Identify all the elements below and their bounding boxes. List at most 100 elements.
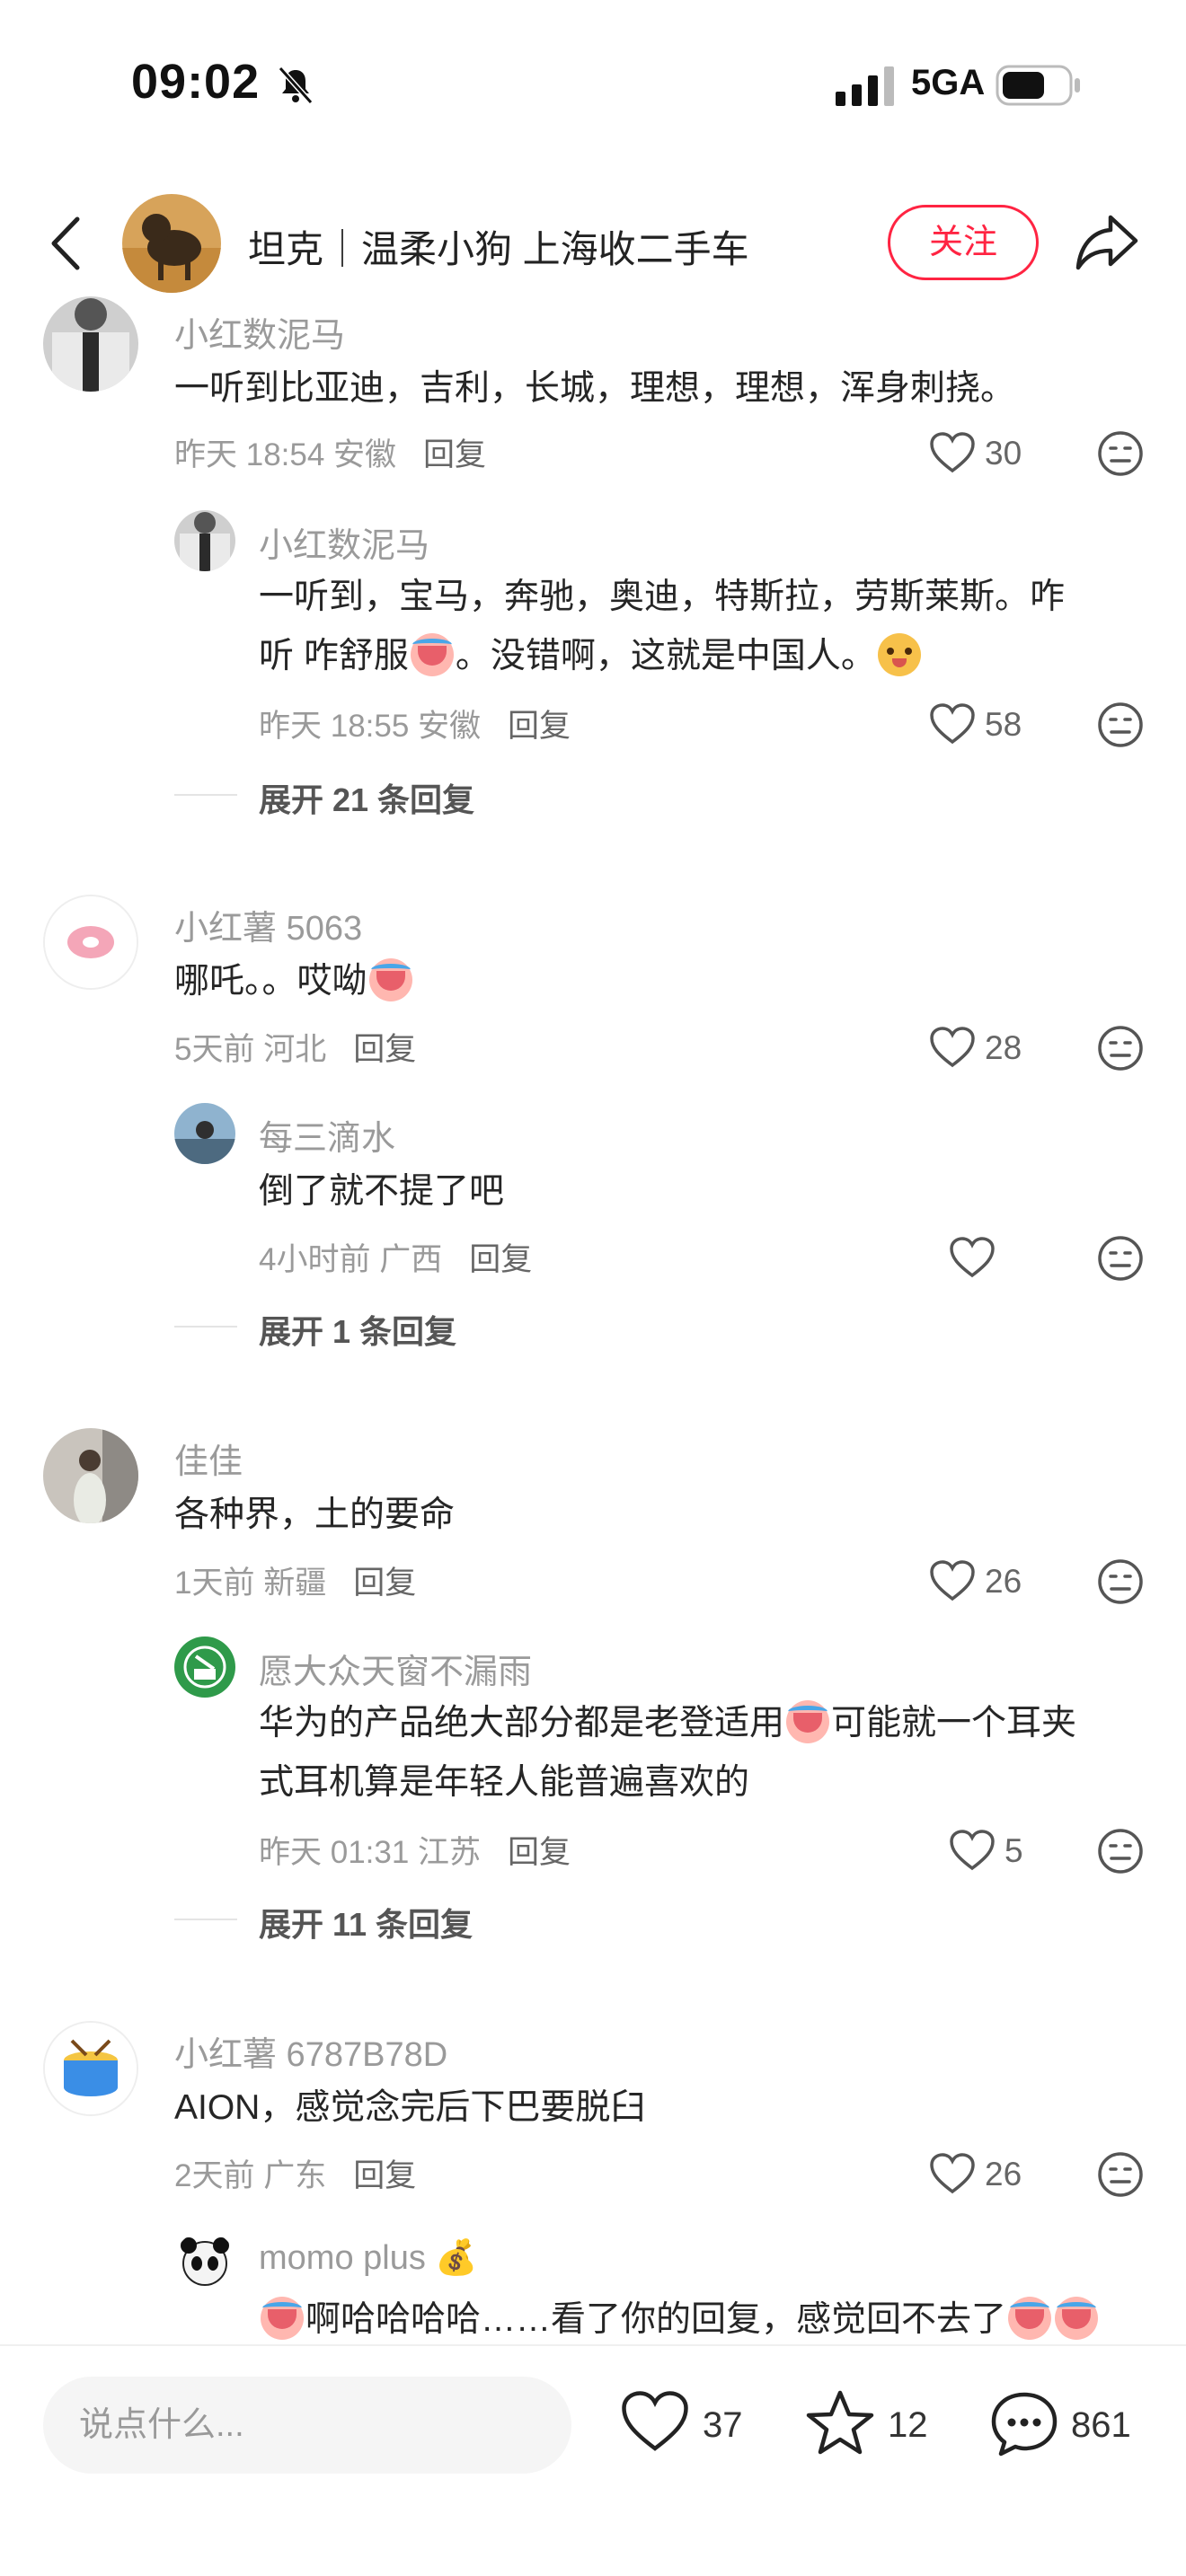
note-like-count: 37 [703, 2405, 743, 2445]
comment-count-button[interactable]: 861 [988, 2389, 1159, 2461]
comment-text-part: 哪吒。。哎呦 [174, 962, 367, 1001]
reply-text[interactable]: 一听到，宝马，奔驰，奥迪，特斯拉，劳斯莱斯。咋 听 咋舒服 。没错啊，这就是中国人… [259, 568, 1139, 686]
dislike-face-icon[interactable] [1096, 429, 1145, 478]
reply-button[interactable]: 回复 [353, 1566, 416, 1601]
like-count: 26 [985, 1563, 1022, 1600]
comment-meta: 2天前 广东 回复 [174, 2150, 416, 2196]
like-button[interactable]: 5 [949, 1823, 1048, 1877]
commenter-avatar[interactable] [43, 895, 138, 990]
comment-text[interactable]: 哪吒。。哎呦 [174, 952, 414, 1011]
reply-button[interactable]: 回复 [508, 1835, 571, 1870]
expand-replies-button[interactable]: 展开 21 条回复 [259, 774, 474, 821]
follow-button[interactable]: 关注 [888, 205, 1039, 280]
dislike-face-icon[interactable] [1096, 1557, 1145, 1606]
replier-name[interactable]: momo plus 💰 [259, 2238, 478, 2278]
replier-avatar[interactable] [174, 510, 235, 571]
heart-icon [930, 432, 975, 473]
crying-emoji-icon [261, 2297, 304, 2340]
reply-button[interactable]: 回复 [423, 437, 486, 472]
comment-icon [991, 2392, 1058, 2457]
like-button[interactable]: 26 [929, 2147, 1046, 2201]
like-button[interactable] [949, 1231, 1003, 1284]
commenter-avatar[interactable] [43, 2021, 138, 2116]
comment-time: 1天前 新疆 [174, 1566, 327, 1601]
replier-name[interactable]: 小红数泥马 [259, 517, 429, 567]
reply-time: 4小时前 广西 [259, 1242, 443, 1277]
reply-button[interactable]: 回复 [353, 1032, 416, 1067]
like-button[interactable]: 30 [929, 426, 1046, 480]
reply-text-part: 可能就一个耳夹 [831, 1704, 1077, 1742]
back-icon[interactable] [45, 212, 90, 275]
comment-count: 861 [1071, 2405, 1131, 2445]
commenter-name[interactable]: 小红数泥马 [174, 307, 345, 357]
heart-icon [930, 703, 975, 745]
replier-name[interactable]: 每三滴水 [259, 1110, 395, 1160]
like-note-button[interactable]: 37 [620, 2389, 755, 2461]
reply-time: 昨天 01:31 江苏 [259, 1835, 482, 1870]
reply-text-part: 。没错啊，这就是中国人。 [455, 637, 876, 675]
dislike-face-icon[interactable] [1096, 1827, 1145, 1875]
reply-button[interactable]: 回复 [353, 2158, 416, 2193]
comment-text[interactable]: AION，感觉念完后下巴要脱臼 [174, 2078, 645, 2138]
expand-replies-button[interactable]: 展开 11 条回复 [259, 1899, 473, 1945]
crying-emoji-icon [1055, 2297, 1099, 2340]
share-icon[interactable] [1075, 210, 1141, 273]
like-count: 5 [1005, 1832, 1023, 1869]
dislike-face-icon[interactable] [1096, 1024, 1145, 1072]
reply-text[interactable]: 啊哈哈哈哈……看了你的回复，感觉回不去了 [259, 2290, 1157, 2350]
comment-time: 5天前 河北 [174, 1032, 327, 1067]
collect-button[interactable]: 12 [805, 2389, 940, 2461]
like-button[interactable]: 28 [929, 1020, 1046, 1074]
status-time: 09:02 [131, 55, 261, 109]
heart-icon [930, 2153, 975, 2194]
dislike-face-icon[interactable] [1096, 701, 1145, 749]
reply-button[interactable]: 回复 [469, 1242, 532, 1277]
expand-divider [174, 1326, 237, 1328]
comment-meta: 1天前 新疆 回复 [174, 1557, 416, 1603]
replier-name-text: momo plus [259, 2239, 426, 2277]
reply-text-part: 啊哈哈哈哈……看了你的回复，感觉回不去了 [305, 2300, 1007, 2339]
replier-name[interactable]: 愿大众天窗不漏雨 [259, 1644, 532, 1693]
replier-avatar[interactable] [174, 2231, 235, 2292]
commenter-avatar[interactable] [43, 296, 138, 392]
heart-icon [950, 1237, 995, 1278]
reply-text[interactable]: 倒了就不提了吧 [259, 1162, 504, 1222]
like-count: 28 [985, 1029, 1022, 1066]
author-avatar[interactable] [122, 194, 221, 293]
author-name[interactable]: 坦克｜温柔小狗 上海收二手车 [248, 219, 749, 274]
dislike-face-icon[interactable] [1096, 2150, 1145, 2199]
reply-text-part: 听 咋舒服 [259, 637, 409, 675]
money-bag-icon: 💰 [435, 2239, 478, 2277]
reply-meta: 4小时前 广西 回复 [259, 1234, 532, 1280]
dislike-face-icon[interactable] [1096, 1234, 1145, 1283]
replier-avatar[interactable] [174, 1636, 235, 1698]
comment-input[interactable]: 说点什么... [43, 2377, 571, 2474]
comment-meta: 昨天 18:54 安徽 回复 [174, 429, 486, 475]
expand-replies-button[interactable]: 展开 1 条回复 [259, 1306, 456, 1353]
commenter-name[interactable]: 小红薯 6787B78D [174, 2026, 447, 2076]
replier-avatar[interactable] [174, 1103, 235, 1164]
like-count: 30 [985, 435, 1022, 472]
reply-text-line: 一听到，宝马，奔驰，奥迪，特斯拉，劳斯莱斯。咋 [259, 578, 1066, 616]
commenter-name[interactable]: 佳佳 [174, 1434, 243, 1483]
like-button[interactable]: 58 [929, 697, 1046, 751]
heart-icon [622, 2391, 688, 2451]
bell-slash-icon [278, 66, 314, 105]
commenter-name[interactable]: 小红薯 5063 [174, 900, 362, 949]
reply-text-line: 式耳机算是年轻人能普遍喜欢的 [259, 1763, 750, 1802]
like-button[interactable]: 26 [929, 1554, 1046, 1608]
crying-emoji-icon [1008, 2297, 1052, 2340]
commenter-avatar[interactable] [43, 1428, 138, 1523]
reply-meta: 昨天 18:55 安徽 回复 [259, 701, 571, 746]
expand-divider [174, 794, 237, 796]
status-bar: 09:02 5GA [0, 0, 1186, 171]
like-count: 26 [985, 2156, 1022, 2192]
reply-button[interactable]: 回复 [508, 709, 571, 744]
battery-icon [996, 65, 1080, 106]
comment-text[interactable]: 一听到比亚迪，吉利，长城，理想，理想，浑身刺挠。 [174, 359, 1015, 419]
bottom-action-bar: 说点什么... 37 12 861 [0, 2344, 1186, 2576]
reply-text[interactable]: 华为的产品绝大部分都是老登适用 可能就一个耳夹 式耳机算是年轻人能普遍喜欢的 [259, 1694, 1139, 1813]
like-count: 58 [985, 706, 1022, 743]
network-label: 5GA [911, 63, 986, 102]
comment-text[interactable]: 各种界，土的要命 [174, 1486, 455, 1545]
